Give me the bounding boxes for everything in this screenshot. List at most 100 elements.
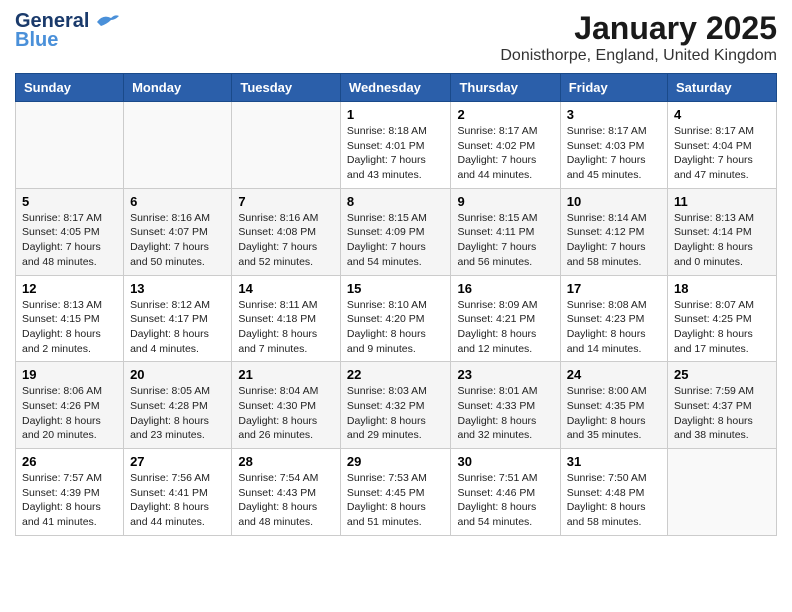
day-info: Sunrise: 8:00 AMSunset: 4:35 PMDaylight:… (567, 384, 661, 443)
day-info: Sunrise: 7:53 AMSunset: 4:45 PMDaylight:… (347, 471, 445, 530)
col-thursday: Thursday (451, 74, 560, 102)
day-number: 5 (22, 194, 117, 209)
table-row: 15 Sunrise: 8:10 AMSunset: 4:20 PMDayligh… (340, 275, 451, 362)
day-number: 20 (130, 367, 225, 382)
table-row: 18 Sunrise: 8:07 AMSunset: 4:25 PMDayligh… (668, 275, 777, 362)
day-number: 9 (457, 194, 553, 209)
day-number: 15 (347, 281, 445, 296)
table-row: 1 Sunrise: 8:18 AMSunset: 4:01 PMDaylight… (340, 102, 451, 189)
day-number: 29 (347, 454, 445, 469)
calendar-header-row: Sunday Monday Tuesday Wednesday Thursday… (16, 74, 777, 102)
day-number: 31 (567, 454, 661, 469)
day-info: Sunrise: 8:01 AMSunset: 4:33 PMDaylight:… (457, 384, 553, 443)
day-info: Sunrise: 8:15 AMSunset: 4:09 PMDaylight:… (347, 211, 445, 270)
table-row: 11 Sunrise: 8:13 AMSunset: 4:14 PMDayligh… (668, 188, 777, 275)
table-row: 14 Sunrise: 8:11 AMSunset: 4:18 PMDayligh… (232, 275, 341, 362)
day-number: 18 (674, 281, 770, 296)
table-row: 3 Sunrise: 8:17 AMSunset: 4:03 PMDaylight… (560, 102, 667, 189)
table-row: 19Sunrise: 8:06 AMSunset: 4:26 PMDayligh… (16, 362, 124, 449)
table-row: 22 Sunrise: 8:03 AMSunset: 4:32 PMDayligh… (340, 362, 451, 449)
day-info: Sunrise: 8:17 AMSunset: 4:05 PMDaylight:… (22, 211, 117, 270)
day-info: Sunrise: 8:13 AMSunset: 4:15 PMDaylight:… (22, 298, 117, 357)
table-row: 12 Sunrise: 8:13 AMSunset: 4:15 PMDayligh… (16, 275, 124, 362)
day-info: Sunrise: 8:11 AMSunset: 4:18 PMDaylight:… (238, 298, 334, 357)
day-number: 23 (457, 367, 553, 382)
calendar-week-row: 1 Sunrise: 8:18 AMSunset: 4:01 PMDaylight… (16, 102, 777, 189)
day-number: 30 (457, 454, 553, 469)
day-number: 13 (130, 281, 225, 296)
day-info: Sunrise: 8:05 AMSunset: 4:28 PMDaylight:… (130, 384, 225, 443)
table-row: 17 Sunrise: 8:08 AMSunset: 4:23 PMDayligh… (560, 275, 667, 362)
table-row: 26 Sunrise: 7:57 AMSunset: 4:39 PMDayligh… (16, 449, 124, 536)
day-number: 4 (674, 107, 770, 122)
day-info: Sunrise: 8:16 AMSunset: 4:08 PMDaylight:… (238, 211, 334, 270)
day-info: Sunrise: 8:15 AMSunset: 4:11 PMDaylight:… (457, 211, 553, 270)
day-info: Sunrise: 8:10 AMSunset: 4:20 PMDaylight:… (347, 298, 445, 357)
day-number: 10 (567, 194, 661, 209)
day-number: 16 (457, 281, 553, 296)
day-number: 24 (567, 367, 661, 382)
logo: General Blue (15, 10, 121, 52)
title-section: January 2025 Donisthorpe, England, Unite… (500, 10, 777, 65)
day-info: Sunrise: 8:03 AMSunset: 4:32 PMDaylight:… (347, 384, 445, 443)
day-info: Sunrise: 8:17 AMSunset: 4:02 PMDaylight:… (457, 124, 553, 183)
day-number: 3 (567, 107, 661, 122)
day-number: 8 (347, 194, 445, 209)
day-info: Sunrise: 8:08 AMSunset: 4:23 PMDaylight:… (567, 298, 661, 357)
day-number: 27 (130, 454, 225, 469)
day-info: Sunrise: 7:59 AMSunset: 4:37 PMDaylight:… (674, 384, 770, 443)
day-number: 12 (22, 281, 117, 296)
table-row: 10 Sunrise: 8:14 AMSunset: 4:12 PMDayligh… (560, 188, 667, 275)
table-row (668, 449, 777, 536)
table-row: 13 Sunrise: 8:12 AMSunset: 4:17 PMDayligh… (124, 275, 232, 362)
day-info: Sunrise: 7:57 AMSunset: 4:39 PMDaylight:… (22, 471, 117, 530)
day-info: Sunrise: 8:16 AMSunset: 4:07 PMDaylight:… (130, 211, 225, 270)
day-number: 2 (457, 107, 553, 122)
table-row (124, 102, 232, 189)
day-info: Sunrise: 8:14 AMSunset: 4:12 PMDaylight:… (567, 211, 661, 270)
table-row: 9 Sunrise: 8:15 AMSunset: 4:11 PMDaylight… (451, 188, 560, 275)
day-info: Sunrise: 8:18 AMSunset: 4:01 PMDaylight:… (347, 124, 445, 183)
logo-bird-icon (93, 12, 121, 32)
day-info: Sunrise: 8:13 AMSunset: 4:14 PMDaylight:… (674, 211, 770, 270)
table-row: 27Sunrise: 7:56 AMSunset: 4:41 PMDayligh… (124, 449, 232, 536)
location: Donisthorpe, England, United Kingdom (500, 47, 777, 65)
day-number: 22 (347, 367, 445, 382)
day-number: 11 (674, 194, 770, 209)
day-number: 14 (238, 281, 334, 296)
calendar-week-row: 12 Sunrise: 8:13 AMSunset: 4:15 PMDayligh… (16, 275, 777, 362)
table-row (232, 102, 341, 189)
day-info: Sunrise: 8:17 AMSunset: 4:03 PMDaylight:… (567, 124, 661, 183)
col-saturday: Saturday (668, 74, 777, 102)
day-number: 17 (567, 281, 661, 296)
col-monday: Monday (124, 74, 232, 102)
day-number: 19 (22, 367, 117, 382)
day-info: Sunrise: 8:12 AMSunset: 4:17 PMDaylight:… (130, 298, 225, 357)
table-row: 28Sunrise: 7:54 AMSunset: 4:43 PMDayligh… (232, 449, 341, 536)
header: General Blue January 2025 Donisthorpe, E… (15, 10, 777, 65)
day-number: 1 (347, 107, 445, 122)
day-number: 26 (22, 454, 117, 469)
table-row: 6Sunrise: 8:16 AMSunset: 4:07 PMDaylight… (124, 188, 232, 275)
table-row: 20 Sunrise: 8:05 AMSunset: 4:28 PMDayligh… (124, 362, 232, 449)
col-friday: Friday (560, 74, 667, 102)
calendar-week-row: 5 Sunrise: 8:17 AMSunset: 4:05 PMDaylight… (16, 188, 777, 275)
day-info: Sunrise: 8:07 AMSunset: 4:25 PMDaylight:… (674, 298, 770, 357)
table-row: 25Sunrise: 7:59 AMSunset: 4:37 PMDayligh… (668, 362, 777, 449)
table-row: 31 Sunrise: 7:50 AMSunset: 4:48 PMDayligh… (560, 449, 667, 536)
table-row: 7 Sunrise: 8:16 AMSunset: 4:08 PMDaylight… (232, 188, 341, 275)
day-info: Sunrise: 7:50 AMSunset: 4:48 PMDaylight:… (567, 471, 661, 530)
table-row: 8 Sunrise: 8:15 AMSunset: 4:09 PMDaylight… (340, 188, 451, 275)
page-container: General Blue January 2025 Donisthorpe, E… (0, 0, 792, 546)
day-info: Sunrise: 8:04 AMSunset: 4:30 PMDaylight:… (238, 384, 334, 443)
table-row: 29 Sunrise: 7:53 AMSunset: 4:45 PMDayligh… (340, 449, 451, 536)
calendar-week-row: 26 Sunrise: 7:57 AMSunset: 4:39 PMDayligh… (16, 449, 777, 536)
table-row: 24 Sunrise: 8:00 AMSunset: 4:35 PMDayligh… (560, 362, 667, 449)
calendar-table: Sunday Monday Tuesday Wednesday Thursday… (15, 73, 777, 536)
day-number: 7 (238, 194, 334, 209)
table-row: 23 Sunrise: 8:01 AMSunset: 4:33 PMDayligh… (451, 362, 560, 449)
calendar-week-row: 19Sunrise: 8:06 AMSunset: 4:26 PMDayligh… (16, 362, 777, 449)
day-info: Sunrise: 8:09 AMSunset: 4:21 PMDaylight:… (457, 298, 553, 357)
col-tuesday: Tuesday (232, 74, 341, 102)
day-number: 28 (238, 454, 334, 469)
